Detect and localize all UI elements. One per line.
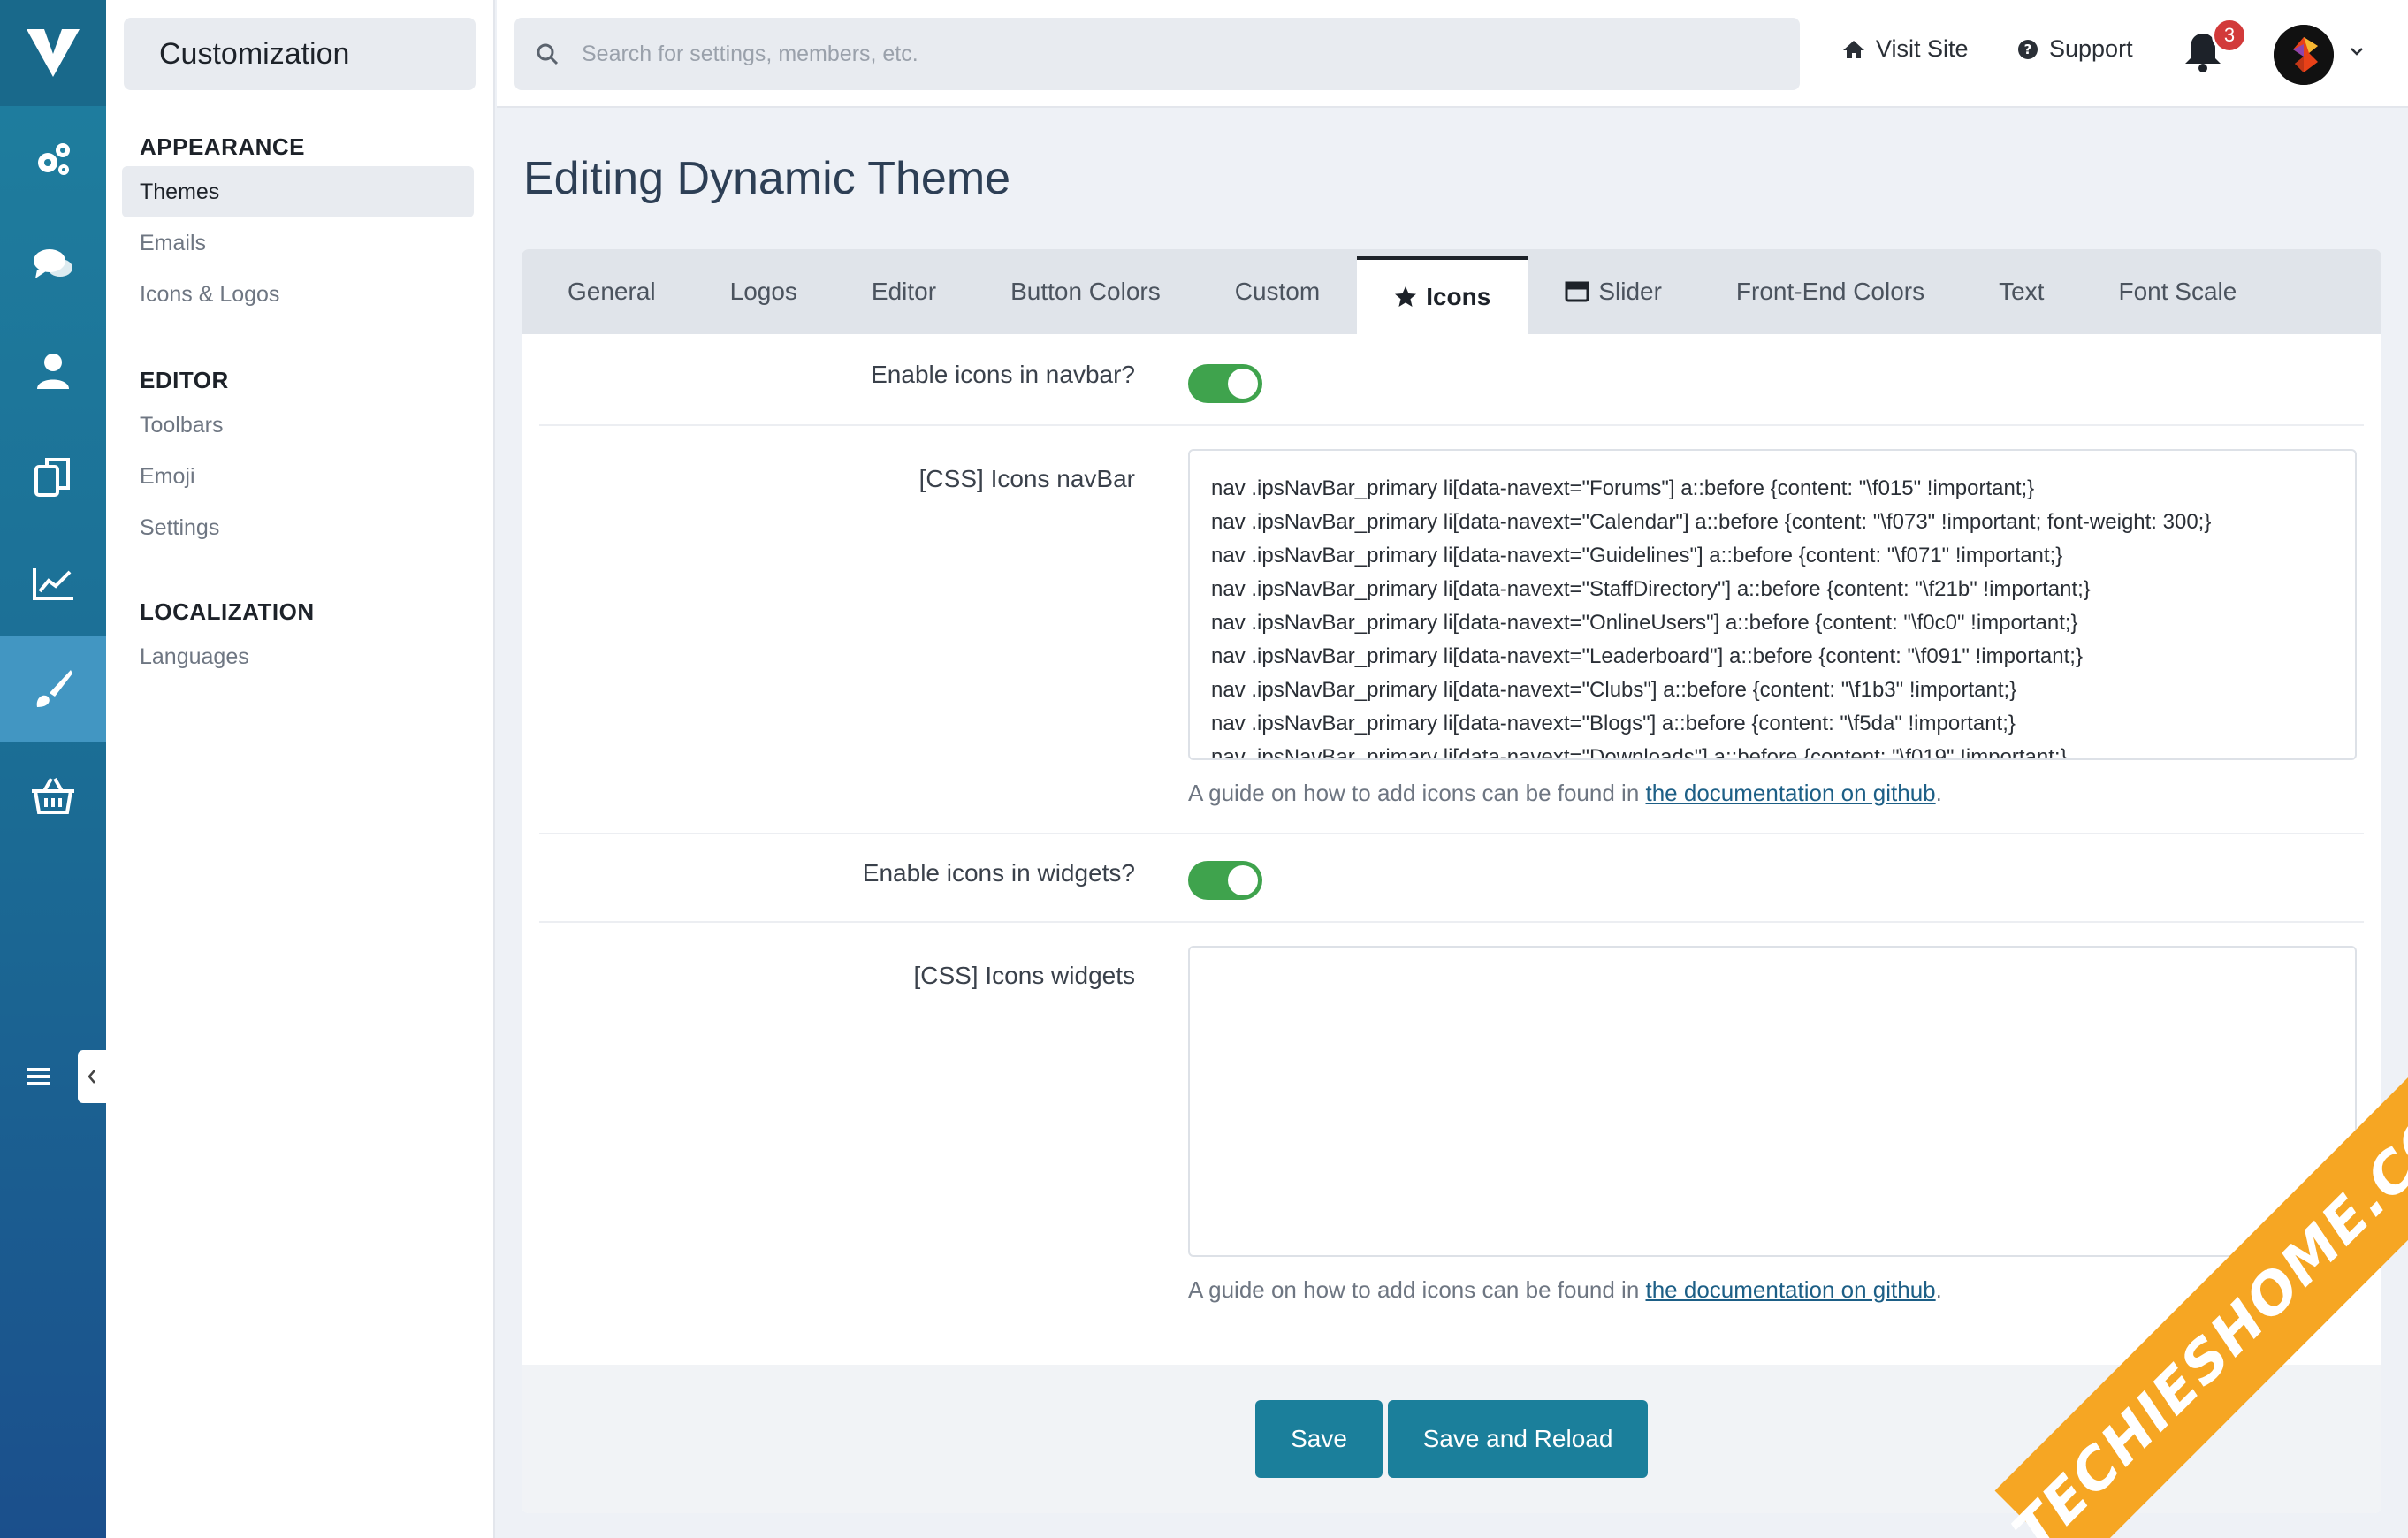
save-and-reload-button[interactable]: Save and Reload (1388, 1400, 1648, 1478)
widgets-css-textarea[interactable] (1188, 946, 2357, 1257)
code-line: nav .ipsNavBar_primary li[data-navext="D… (1211, 745, 2068, 760)
top-header: Visit Site ? Support 3 (497, 0, 2408, 108)
chart-line-icon[interactable] (0, 530, 106, 636)
svg-text:?: ? (2024, 42, 2032, 57)
code-line: nav .ipsNavBar_primary li[data-navext="G… (1211, 544, 2063, 567)
tab-text[interactable]: Text (1962, 249, 2081, 334)
paintbrush-icon[interactable] (0, 636, 106, 742)
code-line: nav .ipsNavBar_primary li[data-navext="L… (1211, 644, 2083, 668)
sidebar-group-title: EDITOR (140, 367, 229, 393)
star-icon (1395, 286, 1417, 307)
tab-icons[interactable]: Icons (1357, 256, 1528, 334)
app-rail (0, 0, 106, 1538)
widgets-css-label: [CSS] Icons widgets (913, 962, 1135, 989)
comments-icon[interactable] (0, 212, 106, 318)
widgets-icons-toggle[interactable] (1188, 861, 1262, 900)
navbar-toggle-row: Enable icons in navbar? (539, 334, 2364, 426)
rail-collapse-row (0, 1050, 106, 1103)
tab-slider[interactable]: Slider (1528, 249, 1699, 334)
copy-icon[interactable] (0, 424, 106, 530)
search-box (514, 18, 1800, 90)
sidebar-item-themes[interactable]: Themes (122, 166, 474, 217)
basket-icon[interactable] (0, 742, 106, 849)
sidebar-group-editor: EDITOR Toolbars Emoji Settings (140, 361, 474, 553)
tab-font-scale[interactable]: Font Scale (2081, 249, 2274, 334)
home-icon (1843, 40, 1864, 58)
menu-icon[interactable] (0, 1050, 78, 1103)
tab-logos[interactable]: Logos (693, 249, 834, 334)
notification-badge: 3 (2212, 18, 2247, 53)
code-line: nav .ipsNavBar_primary li[data-navext="F… (1211, 476, 2035, 500)
sidebar-item-languages[interactable]: Languages (122, 631, 474, 682)
logo-icon[interactable] (0, 0, 106, 106)
save-button[interactable]: Save (1255, 1400, 1383, 1478)
sidebar-item-icons-logos[interactable]: Icons & Logos (122, 269, 474, 320)
chevron-down-icon[interactable] (2350, 44, 2364, 60)
support-label: Support (2049, 35, 2133, 62)
help-prefix: A guide on how to add icons can be found… (1188, 1276, 1646, 1303)
sidebar-item-settings[interactable]: Settings (122, 502, 474, 553)
tab-slider-label: Slider (1598, 278, 1662, 305)
tab-editor[interactable]: Editor (834, 249, 973, 334)
documentation-link[interactable]: the documentation on github (1646, 780, 1936, 806)
sidebar: Customization APPEARANCE Themes Emails I… (106, 0, 495, 1538)
question-circle-icon: ? (2018, 39, 2038, 59)
tab-custom[interactable]: Custom (1198, 249, 1357, 334)
documentation-link[interactable]: the documentation on github (1646, 1276, 1936, 1303)
code-line: nav .ipsNavBar_primary li[data-navext="S… (1211, 577, 2091, 601)
help-prefix: A guide on how to add icons can be found… (1188, 780, 1646, 806)
sidebar-group-appearance: APPEARANCE Themes Emails Icons & Logos (122, 127, 474, 320)
theme-editor-panel: General Logos Editor Button Colors Custo… (522, 249, 2381, 1513)
chevron-left-icon[interactable] (78, 1050, 106, 1103)
page-title: Editing Dynamic Theme (523, 153, 1011, 204)
tab-bar: General Logos Editor Button Colors Custo… (522, 249, 2381, 334)
widgets-toggle-row: Enable icons in widgets? (539, 834, 2364, 923)
gears-icon[interactable] (0, 106, 106, 212)
search-input[interactable] (582, 41, 1731, 67)
code-line: nav .ipsNavBar_primary li[data-navext="B… (1211, 712, 2016, 735)
tab-front-end-colors[interactable]: Front-End Colors (1699, 249, 1962, 334)
visit-site-link[interactable]: Visit Site (1842, 35, 1969, 63)
widgets-css-row: [CSS] Icons widgets A guide on how to ad… (539, 923, 2364, 1365)
visit-site-label: Visit Site (1876, 35, 1969, 62)
help-suffix: . (1935, 780, 1942, 806)
avatar[interactable] (2274, 25, 2334, 85)
support-link[interactable]: ? Support (2017, 35, 2133, 63)
sidebar-group-title: APPEARANCE (140, 133, 306, 160)
code-line: nav .ipsNavBar_primary li[data-navext="O… (1211, 611, 2078, 635)
navbar-css-row: [CSS] Icons navBar nav .ipsNavBar_primar… (539, 426, 2364, 834)
help-suffix: . (1935, 1276, 1942, 1303)
sidebar-title: Customization (124, 18, 476, 90)
tab-button-colors[interactable]: Button Colors (973, 249, 1198, 334)
navbar-css-label: [CSS] Icons navBar (918, 465, 1135, 492)
widgets-toggle-label: Enable icons in widgets? (862, 859, 1135, 887)
window-icon (1565, 281, 1589, 302)
sidebar-item-emoji[interactable]: Emoji (122, 451, 474, 502)
sidebar-group-localization: LOCALIZATION Languages (140, 592, 474, 682)
code-line: nav .ipsNavBar_primary li[data-navext="C… (1211, 510, 2212, 534)
navbar-icons-toggle[interactable] (1188, 364, 1262, 403)
widgets-help-text: A guide on how to add icons can be found… (1188, 1276, 1942, 1304)
navbar-toggle-label: Enable icons in navbar? (871, 361, 1135, 388)
navbar-css-textarea[interactable]: nav .ipsNavBar_primary li[data-navext="F… (1188, 449, 2357, 760)
search-icon (537, 43, 559, 65)
navbar-help-text: A guide on how to add icons can be found… (1188, 780, 1942, 807)
sidebar-group-title: LOCALIZATION (140, 598, 315, 625)
code-line: nav .ipsNavBar_primary li[data-navext="C… (1211, 678, 2017, 702)
tab-general[interactable]: General (530, 249, 693, 334)
tab-icons-label: Icons (1426, 283, 1491, 310)
user-icon[interactable] (0, 318, 106, 424)
sidebar-item-emails[interactable]: Emails (122, 217, 474, 269)
sidebar-item-toolbars[interactable]: Toolbars (122, 400, 474, 451)
